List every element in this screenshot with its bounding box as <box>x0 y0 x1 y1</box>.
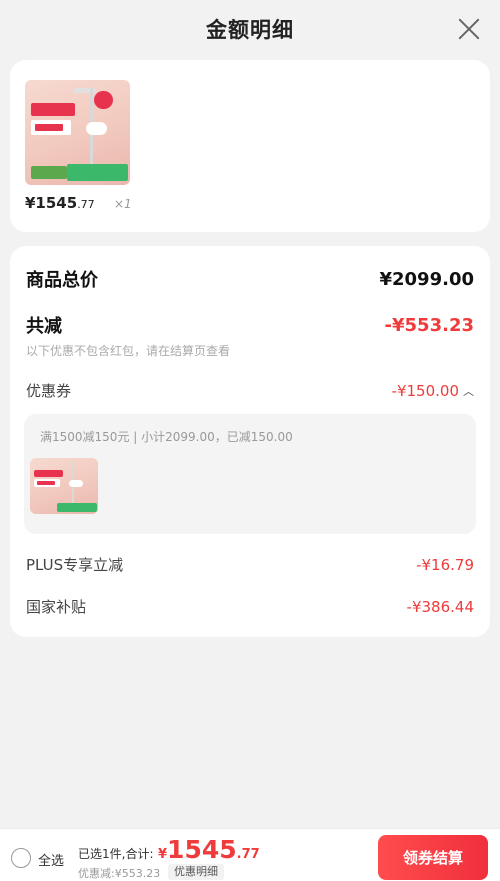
total-row: 商品总价 ¥2099.00 <box>26 266 474 292</box>
discount-row: 共减 -¥553.23 <box>26 312 474 338</box>
plus-label: PLUS专享立减 <box>26 556 124 574</box>
product-image[interactable] <box>25 80 130 185</box>
product-price-integer: ¥1545 <box>25 194 78 212</box>
coupon-rule: 满1500减150元 | 小计2099.00，已减150.00 <box>40 430 293 444</box>
coupon-green-band <box>57 502 97 512</box>
page-title: 金额明细 <box>206 18 294 42</box>
total-label: 商品总价 <box>26 270 98 291</box>
discount-note: 以下优惠不包含红包，请在结算页查看 <box>26 344 231 358</box>
checkout-button[interactable]: 领券结算 <box>378 835 488 880</box>
product-image-price-tag <box>31 119 72 135</box>
footer-total-integer: 1545 <box>167 835 237 864</box>
subsidy-value: -¥386.44 <box>406 597 474 616</box>
discount-summary: 优惠减:¥553.23 <box>78 867 161 880</box>
total-value: ¥2099.00 <box>379 268 474 290</box>
chevron-up-icon[interactable]: ︿ <box>463 383 474 399</box>
header: 金额明细 <box>0 0 500 58</box>
select-all-label[interactable]: 全选 <box>38 850 64 869</box>
coupon-value-group[interactable]: -¥150.00 ︿ <box>392 382 474 400</box>
coupon-row[interactable]: 优惠券 -¥150.00 ︿ <box>26 380 474 401</box>
coupon-image-price-tag <box>34 479 60 488</box>
coupon-label: 优惠券 <box>26 382 72 400</box>
green-tag-shape <box>31 166 67 179</box>
coupon-value: -¥150.00 <box>391 381 459 400</box>
footer-total-decimal: .77 <box>236 847 260 862</box>
checkout-bar: 全选 已选1件,合计: ¥ 1545 .77 优惠减:¥553.23 优惠明细 … <box>0 828 500 881</box>
green-discount-band <box>67 164 128 181</box>
subsidy-row: 国家补贴 -¥386.44 <box>26 596 474 617</box>
product-price-decimal: .77 <box>77 198 95 211</box>
product-quantity: ×1 <box>114 197 132 211</box>
product-price: ¥1545.77 <box>25 194 95 212</box>
cloud-shape <box>85 122 107 135</box>
coupon-cloud-shape <box>69 480 84 488</box>
product-image-banner <box>31 103 76 116</box>
discount-value: -¥553.23 <box>384 314 474 336</box>
subsidy-label: 国家补贴 <box>26 598 87 616</box>
selected-count: 已选1件,合计: <box>78 847 154 861</box>
discount-label: 共减 <box>26 316 62 337</box>
coupon-image-banner <box>34 470 63 478</box>
amount-summary-card: 商品总价 ¥2099.00 共减 -¥553.23 以下优惠不包含红包，请在结算… <box>10 246 490 637</box>
plus-row: PLUS专享立减 -¥16.79 <box>26 554 474 575</box>
promo-badge-icon <box>94 90 114 110</box>
discount-detail-button[interactable]: 优惠明细 <box>168 864 224 880</box>
plus-value: -¥16.79 <box>416 555 474 574</box>
product-card: ¥1545.77 ×1 <box>10 60 490 232</box>
footer-total: ¥ 1545 .77 <box>158 835 260 864</box>
select-all-radio[interactable] <box>11 848 31 868</box>
footer-total-currency: ¥ <box>158 847 168 862</box>
coupon-product-image <box>30 458 98 514</box>
close-icon[interactable] <box>456 16 482 42</box>
